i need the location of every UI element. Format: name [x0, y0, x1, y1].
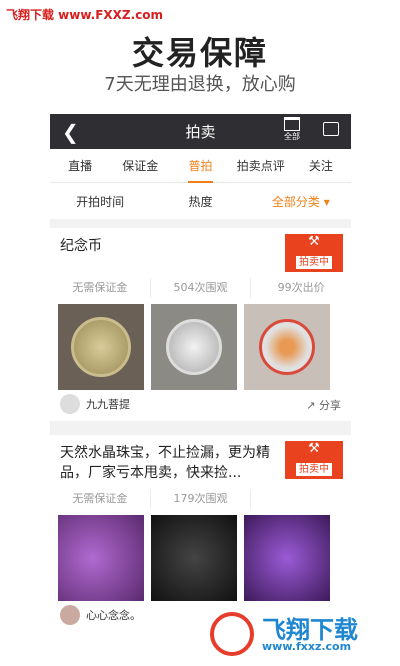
- filter-popularity[interactable]: 热度: [150, 193, 250, 210]
- item-stats: 无需保证金 504次围观 99次出价: [50, 278, 351, 298]
- badge-label: 拍卖中: [296, 256, 332, 269]
- calendar-label: 全部: [284, 132, 300, 141]
- auction-card[interactable]: 纪念币 ⚒ 拍卖中 无需保证金 504次围观 99次出价 九九菩提 ↗ 分享: [50, 228, 351, 421]
- avatar: [60, 605, 80, 625]
- stat-deposit: 无需保证金: [50, 278, 151, 298]
- filter-start-time[interactable]: 开拍时间: [50, 193, 150, 210]
- owner-name: 心心念念。: [86, 609, 141, 622]
- coin-icon: [166, 319, 222, 375]
- stat-views: 504次围观: [151, 278, 252, 298]
- item-image[interactable]: [244, 515, 330, 601]
- auction-status-badge: ⚒ 拍卖中: [285, 441, 343, 479]
- calendar-icon: [284, 117, 300, 131]
- nav-bar: ❮ 拍卖 全部: [50, 114, 351, 149]
- filter-bar: 开拍时间 热度 全部分类 ▾: [50, 183, 351, 219]
- coin-icon: [71, 317, 131, 377]
- share-icon[interactable]: [323, 122, 339, 136]
- stat-bids: 99次出价: [277, 281, 325, 294]
- auction-status-badge: ⚒ 拍卖中: [285, 234, 343, 272]
- owner-name: 九九菩提: [86, 398, 130, 411]
- gavel-icon: ⚒: [308, 234, 320, 249]
- gavel-icon: ⚒: [308, 441, 320, 456]
- share-label: 分享: [319, 399, 341, 412]
- tab-live[interactable]: 直播: [50, 149, 110, 183]
- stat-bids: [251, 489, 351, 509]
- item-images: [58, 304, 330, 390]
- site-logo-watermark: 飞翔下载 www.fxxz.com: [204, 608, 394, 660]
- tab-following[interactable]: 关注: [291, 149, 351, 183]
- app-screen: ❮ 拍卖 全部 直播 保证金 普拍 拍卖点评 关注 开拍时间 热度 全部分类 ▾…: [50, 114, 351, 666]
- logo-url: www.fxxz.com: [262, 640, 352, 653]
- tab-bar: 直播 保证金 普拍 拍卖点评 关注: [50, 149, 351, 183]
- tab-general-auction[interactable]: 普拍: [170, 149, 230, 183]
- stat-views: 179次围观: [151, 489, 252, 509]
- filter-all-categories[interactable]: 全部分类 ▾: [251, 193, 351, 210]
- watermark-top: 飞翔下载 www.FXXZ.com: [6, 8, 164, 22]
- stat-deposit: 无需保证金: [50, 489, 151, 509]
- logo-icon: [210, 612, 254, 656]
- back-icon[interactable]: ❮: [62, 120, 79, 144]
- item-image[interactable]: [58, 304, 144, 390]
- owner-info[interactable]: 心心念念。: [60, 605, 141, 625]
- promo-title: 交易保障: [131, 34, 268, 72]
- nav-title: 拍卖: [185, 123, 216, 141]
- item-image[interactable]: [151, 515, 237, 601]
- item-image[interactable]: [151, 304, 237, 390]
- item-images: [58, 515, 330, 601]
- badge-label: 拍卖中: [296, 463, 332, 476]
- item-name: 纪念币: [60, 238, 102, 254]
- item-image[interactable]: [58, 515, 144, 601]
- promo-subtitle: 7天无理由退换，放心购: [104, 74, 296, 95]
- item-stats: 无需保证金 179次围观: [50, 489, 351, 509]
- tab-auction-review[interactable]: 拍卖点评: [231, 149, 291, 183]
- item-image[interactable]: [244, 304, 330, 390]
- owner-info[interactable]: 九九菩提: [60, 394, 130, 414]
- promo-header: 飞翔下载 www.FXXZ.com 交易保障 7天无理由退换，放心购: [0, 0, 400, 112]
- tab-deposit[interactable]: 保证金: [110, 149, 170, 183]
- calendar-button[interactable]: 全部: [281, 117, 303, 145]
- avatar: [60, 394, 80, 414]
- coin-icon: [259, 319, 315, 375]
- share-button[interactable]: ↗ 分享: [306, 397, 341, 413]
- share-icon: ↗: [306, 399, 316, 412]
- item-name: 天然水晶珠宝，不止捡漏，更为精品，厂家亏本甩卖，快来捡...: [60, 445, 270, 481]
